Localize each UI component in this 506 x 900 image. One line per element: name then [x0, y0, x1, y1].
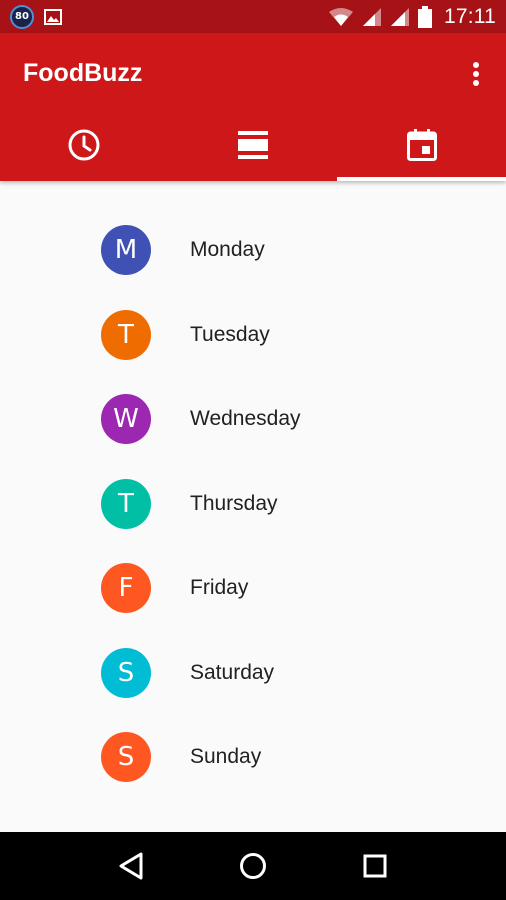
day-label: Monday	[190, 238, 265, 261]
status-right: 17:11	[328, 5, 496, 29]
day-label: Sunday	[190, 745, 262, 768]
tab-list[interactable]	[169, 113, 338, 181]
list-item-sunday[interactable]: S Sunday	[0, 715, 506, 799]
day-label: Wednesday	[190, 407, 301, 430]
day-avatar: W	[101, 394, 151, 444]
day-label: Tuesday	[190, 323, 270, 346]
day-label: Saturday	[190, 661, 275, 684]
day-avatar: S	[101, 732, 151, 782]
list-item-thursday[interactable]: T Thursday	[0, 462, 506, 546]
calendar-icon	[406, 129, 437, 165]
recents-icon[interactable]	[355, 846, 395, 886]
cell-signal-icon	[362, 7, 382, 27]
day-label: Thursday	[190, 492, 278, 515]
tab-indicator	[337, 177, 506, 181]
image-icon	[44, 8, 62, 25]
list-item-saturday[interactable]: S Saturday	[0, 631, 506, 715]
list-item-friday[interactable]: F Friday	[0, 546, 506, 630]
back-icon[interactable]	[111, 846, 151, 886]
list-item-wednesday[interactable]: W Wednesday	[0, 377, 506, 461]
day-avatar: T	[101, 310, 151, 360]
wifi-icon	[328, 7, 354, 27]
more-vert-icon[interactable]	[464, 59, 488, 89]
tab-bar	[0, 113, 506, 181]
app-bar: FoodBuzz	[0, 33, 506, 181]
clock-time: 17:11	[444, 4, 496, 28]
status-left: 80	[10, 4, 62, 29]
badge-text: 80	[15, 11, 29, 22]
cell-signal-icon-2	[390, 7, 410, 27]
app-title: FoodBuzz	[23, 58, 143, 87]
status-bar: 80 17:11	[0, 0, 506, 33]
day-label: Friday	[190, 576, 249, 599]
day-avatar: S	[101, 648, 151, 698]
home-icon[interactable]	[233, 846, 273, 886]
clock-icon	[67, 128, 101, 166]
day-avatar: T	[101, 479, 151, 529]
tab-recent[interactable]	[0, 113, 169, 181]
list-item-monday[interactable]: M Monday	[0, 208, 506, 292]
battery-icon	[418, 5, 432, 28]
toolbar: FoodBuzz	[0, 33, 506, 113]
day-avatar: F	[101, 563, 151, 613]
list-item-tuesday[interactable]: T Tuesday	[0, 293, 506, 377]
tab-calendar[interactable]	[337, 113, 506, 181]
view-list-icon	[237, 130, 269, 164]
navigation-bar	[0, 832, 506, 900]
day-avatar: M	[101, 225, 151, 275]
notification-badge-icon: 80	[10, 4, 34, 29]
